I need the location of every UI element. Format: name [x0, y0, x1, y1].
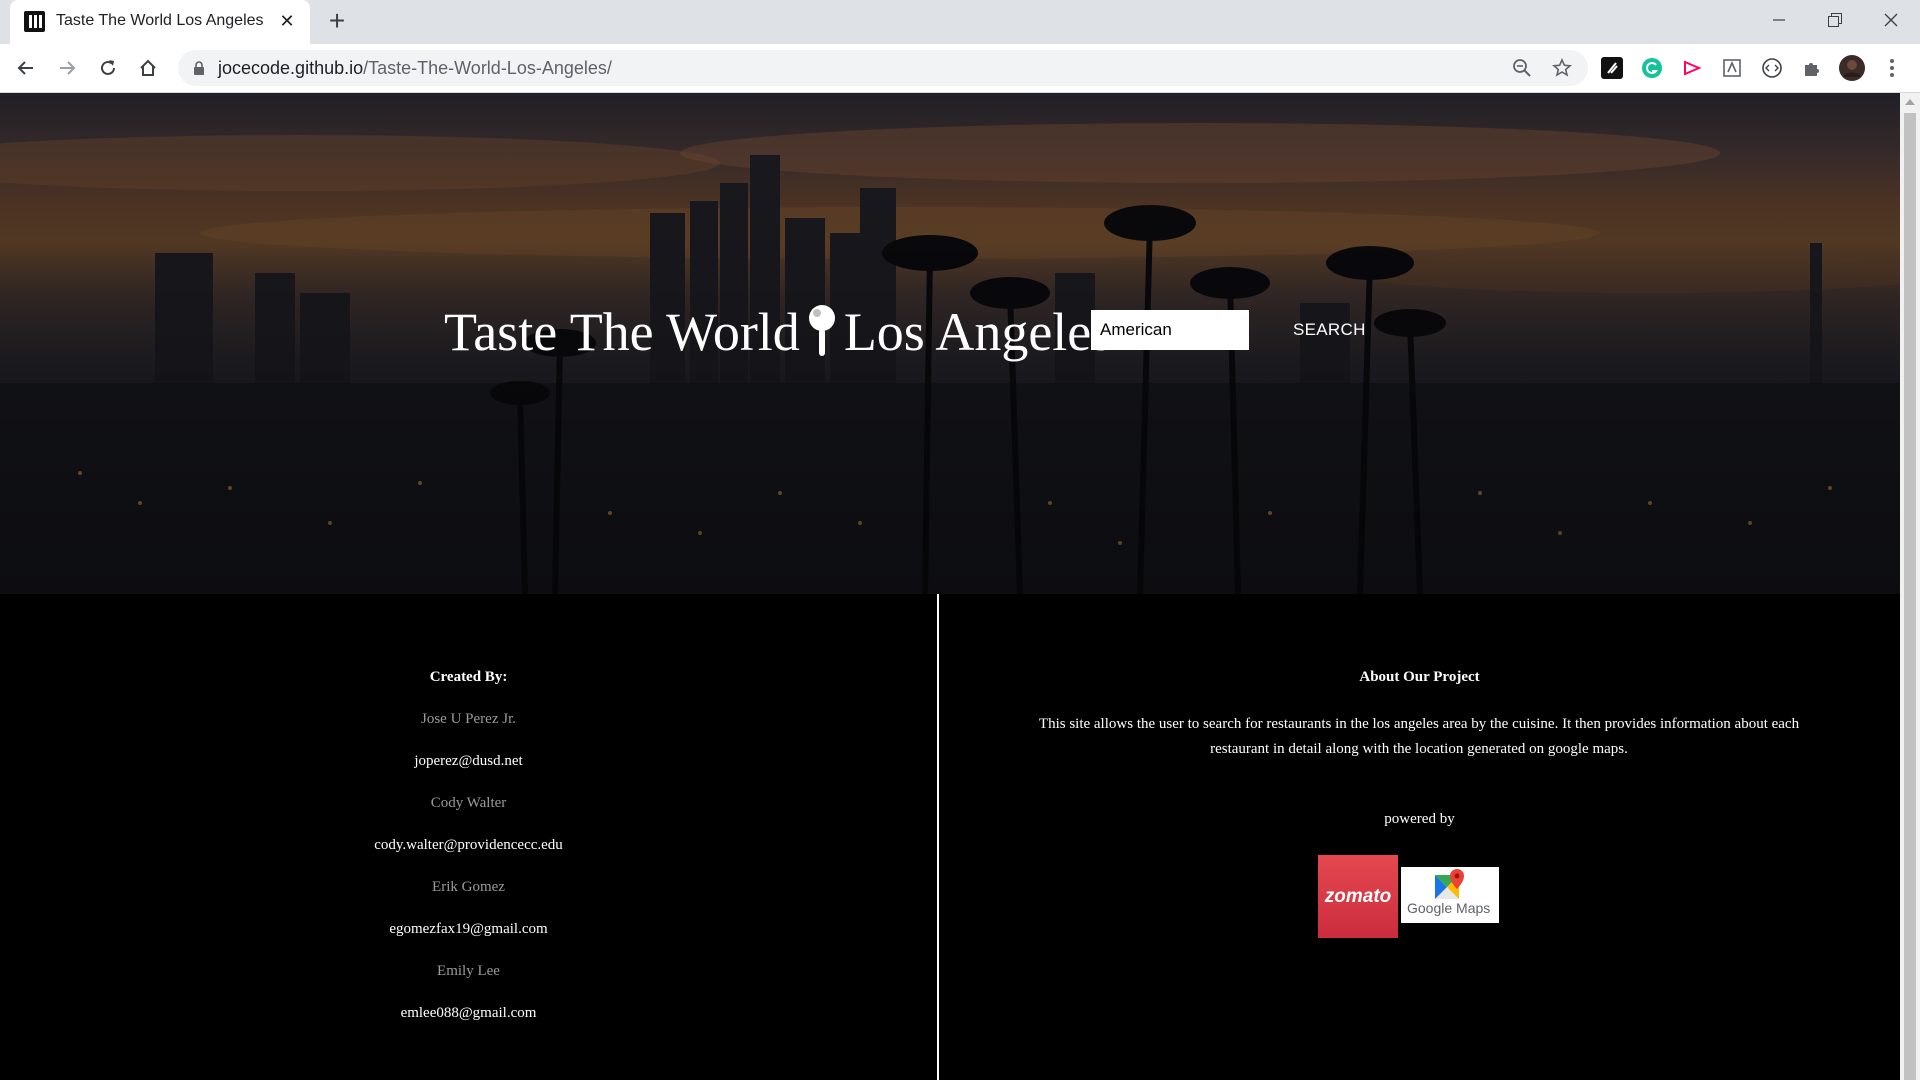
about-heading: About Our Project — [1359, 669, 1480, 685]
home-icon[interactable] — [134, 54, 162, 82]
column-divider — [937, 594, 939, 1080]
bookmark-star-icon[interactable] — [1551, 57, 1573, 79]
zoom-icon[interactable] — [1511, 57, 1533, 79]
grammarly-icon[interactable] — [1639, 55, 1665, 81]
restore-window-icon[interactable] — [1807, 0, 1863, 40]
browser-toolbar: jocecode.github.io/Taste-The-World-Los-A… — [0, 44, 1920, 93]
video-extension-icon[interactable] — [1679, 55, 1705, 81]
address-bar[interactable]: jocecode.github.io/Taste-The-World-Los-A… — [178, 50, 1588, 86]
zomato-logo: zomato — [1318, 855, 1398, 938]
credit-name: Erik Gomez — [432, 879, 505, 895]
powered-by-label: powered by — [1384, 811, 1455, 827]
browser-tab-strip: Taste The World Los Angeles ✕ + — [0, 0, 1920, 44]
credit-email: egomezfax19@gmail.com — [389, 921, 548, 937]
credit-email: emlee088@gmail.com — [400, 1005, 537, 1021]
cuisine-search-input[interactable] — [1091, 310, 1249, 350]
tab-title: Taste The World Los Angeles — [56, 12, 264, 29]
scroll-up-arrow-icon[interactable] — [1905, 99, 1915, 105]
new-tab-button[interactable]: + — [322, 7, 352, 37]
scroll-thumb[interactable] — [1904, 113, 1916, 1080]
site-title: Taste The World Los Angeles — [444, 301, 1112, 371]
profile-avatar-icon[interactable] — [1839, 55, 1865, 81]
browser-menu-icon[interactable] — [1879, 55, 1905, 81]
credit-email: joperez@dusd.net — [414, 753, 523, 769]
credits-heading: Created By: — [429, 669, 508, 685]
reload-icon[interactable] — [94, 54, 122, 82]
page-scrollbar[interactable] — [1900, 93, 1920, 1080]
google-maps-logo-text: Google Maps — [1407, 900, 1491, 916]
browser-tab[interactable]: Taste The World Los Angeles ✕ — [10, 0, 310, 44]
credit-name: Jose U Perez Jr. — [421, 711, 516, 727]
url-text: jocecode.github.io/Taste-The-World-Los-A… — [218, 58, 612, 78]
search-button[interactable]: SEARCH — [1293, 320, 1366, 340]
lock-icon — [194, 61, 204, 75]
extensions-puzzle-icon[interactable] — [1799, 55, 1825, 81]
credit-name: Emily Lee — [437, 963, 500, 979]
site-favicon-icon — [24, 11, 45, 32]
back-arrow-icon[interactable] — [12, 54, 40, 82]
translate-extension-icon[interactable] — [1719, 55, 1745, 81]
forward-arrow-icon[interactable] — [53, 54, 81, 82]
hero-banner: Taste The WorldLos Angeles SEARCH — [0, 93, 1900, 594]
page-viewport: Taste The WorldLos Angeles SEARCH Create… — [0, 93, 1900, 1080]
code-extension-icon[interactable] — [1759, 55, 1785, 81]
extension-icon[interactable] — [1599, 55, 1625, 81]
map-pin-icon — [1435, 869, 1464, 899]
close-tab-icon[interactable]: ✕ — [276, 10, 298, 32]
about-description: This site allows the user to search for … — [1038, 716, 1800, 757]
close-window-icon[interactable] — [1863, 0, 1919, 40]
minimize-window-icon[interactable] — [1751, 0, 1807, 40]
page-footer: Created By: Jose U Perez Jr. joperez@dus… — [0, 594, 1900, 1080]
google-maps-logo: Google Maps — [1401, 867, 1499, 923]
credit-name: Cody Walter — [430, 795, 507, 811]
credit-email: cody.walter@providencecc.edu — [374, 837, 563, 853]
location-pin-icon — [808, 304, 836, 371]
